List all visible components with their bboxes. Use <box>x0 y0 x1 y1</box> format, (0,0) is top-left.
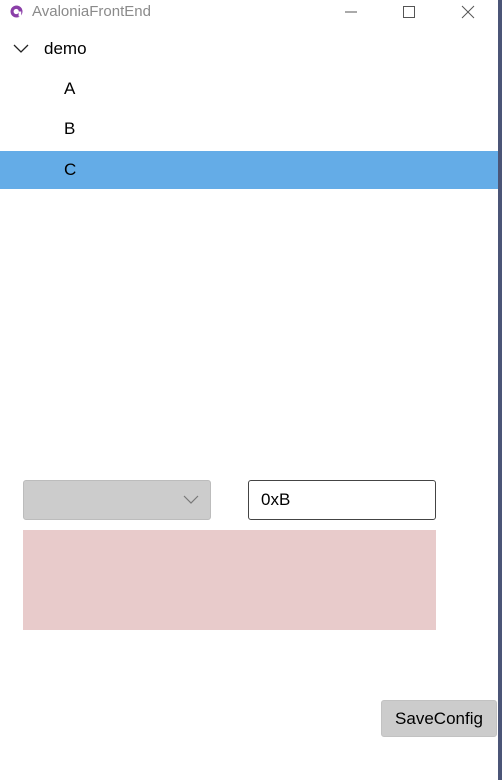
tree-item-label: demo <box>44 39 87 58</box>
chevron-down-icon <box>183 495 199 504</box>
avalonia-logo-icon <box>10 5 23 18</box>
close-button[interactable] <box>445 0 491 24</box>
tree-item-b[interactable]: B <box>0 110 498 148</box>
save-config-button[interactable]: SaveConfig <box>381 700 497 737</box>
minimize-icon <box>345 11 357 13</box>
address-input[interactable] <box>249 481 437 519</box>
window-title: AvaloniaFrontEnd <box>32 3 151 20</box>
tree-item-demo[interactable]: demo <box>0 30 498 68</box>
tree-item-c-selected[interactable]: C <box>0 151 498 189</box>
tree-item-a[interactable]: A <box>0 70 498 108</box>
maximize-icon <box>403 6 415 18</box>
device-combobox[interactable] <box>23 480 211 520</box>
close-icon <box>461 5 475 19</box>
tree-item-label: A <box>64 79 76 98</box>
title-bar[interactable]: AvaloniaFrontEnd <box>0 0 498 24</box>
address-textbox[interactable] <box>248 480 437 520</box>
tree-item-label: B <box>64 119 76 138</box>
minimize-button[interactable] <box>328 0 374 24</box>
window-border <box>498 0 502 780</box>
app-window: AvaloniaFrontEnd demo A B C 0xB SaveConf… <box>0 0 502 780</box>
content-panel <box>23 530 436 630</box>
chevron-down-icon[interactable] <box>13 43 29 55</box>
tree-item-label: C <box>64 160 77 179</box>
maximize-button[interactable] <box>386 0 432 24</box>
